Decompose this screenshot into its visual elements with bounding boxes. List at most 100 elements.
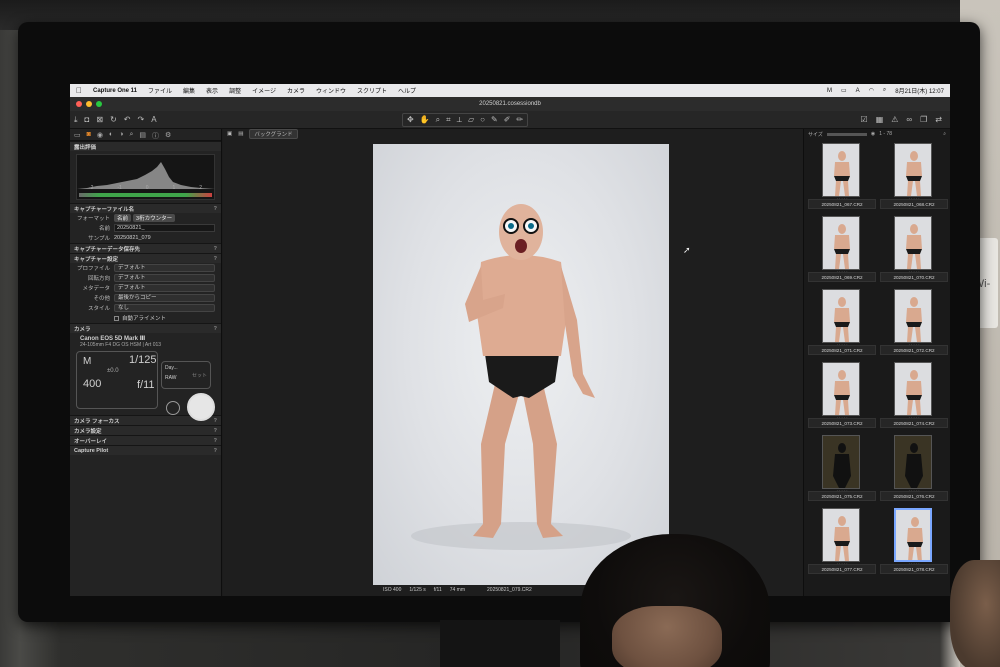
thumbnail[interactable]: · · · · ·20250821_072.CR2 <box>880 287 948 357</box>
menu-adjust[interactable]: 調整 <box>229 86 241 95</box>
adjust-tab-icon[interactable]: ▤ <box>139 131 146 139</box>
menu-file[interactable]: ファイル <box>148 86 172 95</box>
camera-shutter[interactable]: 1/125 <box>129 354 157 366</box>
zoom-tool-icon[interactable]: ⌕ <box>436 115 440 125</box>
thumbnail[interactable]: · · · · ·20250821_073.CR2 <box>808 360 876 430</box>
thumbnail[interactable]: · · · · ·20250821_069.CR2 <box>808 214 876 284</box>
help-icon[interactable]: ? <box>214 448 217 454</box>
camera-aperture[interactable]: f/11 <box>137 379 155 391</box>
thumbnail[interactable]: · · · · ·20250821_070.CR2 <box>880 214 948 284</box>
camera-mode[interactable]: M <box>83 356 91 367</box>
capture-tab-icon[interactable]: ◙ <box>87 131 91 138</box>
pointer-tool-icon[interactable]: ✥ <box>407 115 414 125</box>
thumbnail[interactable]: · · · · ·20250821_067.CR2 <box>808 141 876 211</box>
menu-app-name[interactable]: Capture One 11 <box>93 88 137 94</box>
straighten-tool-icon[interactable]: ⟂ <box>457 115 462 125</box>
keystone-tool-icon[interactable]: ⏥ <box>468 115 474 125</box>
grid-icon[interactable]: ▦ <box>876 115 884 124</box>
help-icon[interactable]: ? <box>214 256 217 262</box>
input-icon[interactable]: A <box>856 88 860 94</box>
menu-window[interactable]: ウィンドウ <box>316 86 346 95</box>
search-icon[interactable]: ⌕ <box>883 87 886 94</box>
display-icon[interactable]: ▭ <box>841 87 847 94</box>
settings-select[interactable]: デフォルト <box>114 264 215 272</box>
menu-image[interactable]: イメージ <box>252 86 276 95</box>
metadata-tab-icon[interactable]: ⓘ <box>152 131 159 140</box>
settings-select[interactable]: なし <box>114 304 215 312</box>
picker-tool-icon[interactable]: ✐ <box>504 115 511 125</box>
menu-camera[interactable]: カメラ <box>287 86 305 95</box>
edit-icon[interactable]: ☑ <box>861 115 868 124</box>
menu-edit[interactable]: 編集 <box>183 86 195 95</box>
format-chip-counter[interactable]: 3桁カウンター <box>133 214 176 222</box>
proof-icon[interactable]: ∞ <box>906 115 912 124</box>
spot-tool-icon[interactable]: ○ <box>480 115 485 125</box>
thumbnail[interactable]: · · · · ·20250821_071.CR2 <box>808 287 876 357</box>
undo-icon[interactable]: ↶ <box>124 115 131 124</box>
copy-icon[interactable]: ❐ <box>920 115 927 124</box>
multi-view-icon[interactable]: ▤ <box>238 131 243 137</box>
camera-section-header[interactable]: カメラ ? <box>70 323 221 333</box>
help-icon[interactable]: ? <box>214 418 217 424</box>
thumbnail[interactable]: · · · · ·20250821_077.CR2 <box>808 506 876 576</box>
help-icon[interactable]: ? <box>214 326 217 332</box>
wifi-icon[interactable]: ◠ <box>869 87 874 94</box>
capture-file-section-header[interactable]: キャプチャーファイル名 ? <box>70 203 221 213</box>
browser-search-icon[interactable]: ⌕ <box>943 131 946 137</box>
eye-icon[interactable]: ◉ <box>871 131 875 137</box>
help-icon[interactable]: ? <box>214 246 217 252</box>
thumbnail[interactable]: · · · · ·20250821_068.CR2 <box>880 141 948 211</box>
apply-icon[interactable]: ⇄ <box>935 115 942 124</box>
single-view-icon[interactable]: ▣ <box>227 131 232 137</box>
format-chip-name[interactable]: 名前 <box>114 214 132 222</box>
set-label[interactable]: セット <box>192 372 207 379</box>
camera-iso[interactable]: 400 <box>83 378 101 390</box>
thumbnail[interactable]: · · · · ·20250821_078.CR2 <box>880 506 948 576</box>
histogram-section-header[interactable]: 露出評価 <box>70 141 221 151</box>
detail-tab-icon[interactable]: ⌕ <box>129 131 133 138</box>
help-icon[interactable]: ? <box>214 206 217 212</box>
thumbnail[interactable]: · · · · ·20250821_074.CR2 <box>880 360 948 430</box>
main-photo[interactable] <box>373 144 669 585</box>
redo-icon[interactable]: ↷ <box>138 115 145 124</box>
settings-select[interactable]: デフォルト <box>114 284 215 292</box>
menu-script[interactable]: スクリプト <box>357 86 387 95</box>
text-icon[interactable]: A <box>151 115 156 124</box>
camera-icon[interactable]: ◘ <box>85 115 90 124</box>
apple-icon[interactable]:  <box>76 86 82 95</box>
import-icon[interactable]: ⤓ <box>74 115 78 125</box>
menu-help[interactable]: ヘルプ <box>398 86 416 95</box>
capture-settings-section-header[interactable]: キャプチャー設定 ? <box>70 253 221 263</box>
settings-select[interactable]: 最後からコピー <box>114 294 215 302</box>
thumbnail[interactable]: · · · · ·20250821_075.CR2 <box>808 433 876 503</box>
warning-icon[interactable]: ⚠ <box>891 115 898 124</box>
rotate-icon[interactable]: ↻ <box>110 115 117 124</box>
delete-icon[interactable]: ⊠ <box>96 115 103 124</box>
brush-tool-icon[interactable]: ✎ <box>491 115 498 125</box>
help-icon[interactable]: ? <box>214 428 217 434</box>
crop-tool-icon[interactable]: ⌗ <box>446 115 451 125</box>
camera-settings-section-header[interactable]: カメラ設定 ? <box>70 425 221 435</box>
wb-label[interactable]: Day... <box>165 365 207 371</box>
capture-location-section-header[interactable]: キャプチャーデータ保存先 ? <box>70 243 221 253</box>
pan-tool-icon[interactable]: ✋ <box>420 115 430 125</box>
thumbnail[interactable]: · · · · ·20250821_076.CR2 <box>880 433 948 503</box>
library-tab-icon[interactable]: ▭ <box>74 131 81 139</box>
overlay-section-header[interactable]: オーバーレイ ? <box>70 435 221 445</box>
size-slider[interactable] <box>826 132 867 136</box>
camera-ev[interactable]: ±0.0 <box>107 368 119 374</box>
exposure-tab-icon[interactable]: ◑ <box>119 131 123 138</box>
status-app-icon[interactable]: M <box>827 88 832 94</box>
help-icon[interactable]: ? <box>214 438 217 444</box>
name-field[interactable]: 20250821_ <box>114 224 215 232</box>
menu-clock[interactable]: 8月21日(木) 12:07 <box>895 86 944 95</box>
capture-pilot-section-header[interactable]: Capture Pilot ? <box>70 445 221 455</box>
annotate-tool-icon[interactable]: ✏ <box>516 115 523 125</box>
lens-tab-icon[interactable]: ◉ <box>97 131 103 139</box>
output-tab-icon[interactable]: ⚙ <box>165 131 171 139</box>
menu-view[interactable]: 表示 <box>206 86 218 95</box>
shutter-release-button[interactable] <box>187 393 215 421</box>
auto-align-checkbox[interactable] <box>114 315 119 321</box>
live-view-button[interactable] <box>166 401 180 415</box>
settings-select[interactable]: デフォルト <box>114 274 215 282</box>
